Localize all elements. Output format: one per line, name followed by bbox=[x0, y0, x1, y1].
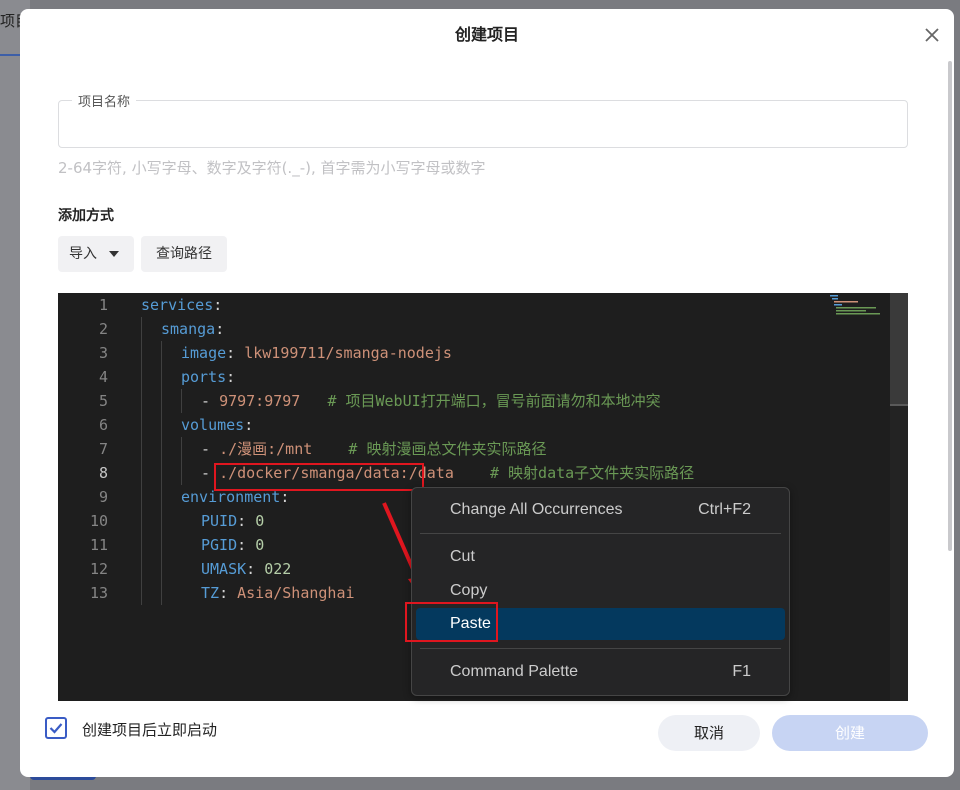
editor-context-menu: Change All Occurrences Ctrl+F2 Cut Copy … bbox=[411, 487, 790, 696]
line-number: 1 bbox=[98, 296, 108, 314]
line-number: 8 bbox=[98, 464, 108, 482]
line-number: 10 bbox=[89, 512, 108, 530]
line-number: 3 bbox=[98, 344, 108, 362]
menu-separator bbox=[420, 533, 781, 534]
line-number: 7 bbox=[98, 440, 108, 458]
line-number: 6 bbox=[98, 416, 108, 434]
line-number: 2 bbox=[98, 320, 108, 338]
add-method-label: 添加方式 bbox=[58, 208, 114, 224]
editor-scroll-marker bbox=[890, 404, 908, 406]
line-number: 4 bbox=[98, 368, 108, 386]
line-number: 13 bbox=[89, 584, 108, 602]
menu-separator bbox=[420, 648, 781, 649]
line-number: 12 bbox=[89, 560, 108, 578]
editor-minimap[interactable] bbox=[828, 295, 884, 317]
paste-annotation-box bbox=[405, 602, 498, 642]
code-line: 2 smanga: bbox=[58, 317, 908, 341]
menu-item-command-palette[interactable]: Command Palette F1 bbox=[416, 656, 785, 688]
create-button[interactable]: 创建 bbox=[772, 715, 928, 751]
line-number: 11 bbox=[89, 536, 108, 554]
dialog-title: 创建项目 bbox=[454, 25, 519, 44]
shortcut-label: Ctrl+F2 bbox=[698, 501, 751, 518]
dialog-scrollbar[interactable] bbox=[948, 61, 952, 551]
code-line: 7- ./漫画:/mnt # 映射漫画总文件夹实际路径 bbox=[58, 437, 908, 461]
project-name-input[interactable] bbox=[58, 100, 908, 148]
auto-start-label: 创建项目后立即启动 bbox=[82, 721, 218, 739]
caret-down-icon bbox=[109, 251, 119, 257]
editor-scrollbar-thumb[interactable] bbox=[890, 293, 908, 405]
menu-item-cut[interactable]: Cut bbox=[416, 541, 785, 573]
query-path-button[interactable]: 查询路径 bbox=[141, 236, 227, 272]
code-line: 6 volumes: bbox=[58, 413, 908, 437]
code-line: 4 ports: bbox=[58, 365, 908, 389]
code-line-active: 8- ./docker/smanga/data:/data # 映射data子文… bbox=[58, 461, 908, 485]
close-icon[interactable] bbox=[922, 25, 942, 45]
auto-start-checkbox[interactable] bbox=[45, 717, 67, 739]
line-number: 5 bbox=[98, 392, 108, 410]
shortcut-label: F1 bbox=[732, 663, 751, 680]
code-line: 1 services: bbox=[58, 293, 908, 317]
code-line: 5- 9797:9797 # 项目WebUI打开端口，冒号前面请勿和本地冲突 bbox=[58, 389, 908, 413]
code-line: 3 image: lkw199711/smanga-nodejs bbox=[58, 341, 908, 365]
cancel-button[interactable]: 取消 bbox=[658, 715, 760, 751]
project-name-label: 项目名称 bbox=[72, 91, 137, 110]
selection-annotation-box bbox=[214, 463, 424, 491]
import-dropdown-button[interactable]: 导入 bbox=[58, 236, 134, 272]
line-number: 9 bbox=[98, 488, 108, 506]
import-label: 导入 bbox=[69, 246, 97, 262]
create-project-dialog: 创建项目 项目名称 2-64字符, 小写字母、数字及字符(._-), 首字需为小… bbox=[20, 9, 954, 777]
menu-item-change-all-occurrences[interactable]: Change All Occurrences Ctrl+F2 bbox=[416, 494, 785, 526]
checkmark-icon bbox=[49, 723, 63, 734]
project-name-hint: 2-64字符, 小写字母、数字及字符(._-), 首字需为小写字母或数字 bbox=[58, 159, 486, 177]
background-tab-underline bbox=[0, 54, 20, 56]
